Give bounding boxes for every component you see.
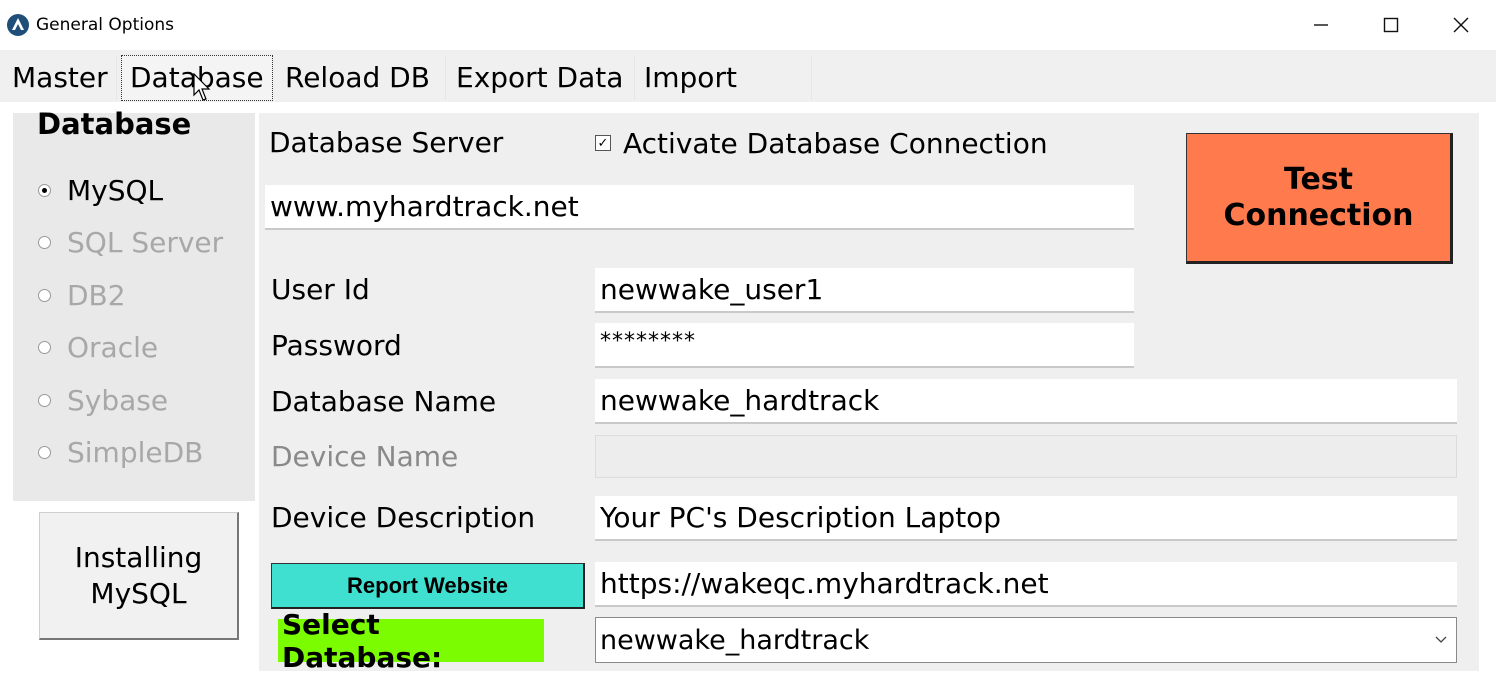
radio-label: Oracle — [67, 330, 159, 364]
radio-sql-server[interactable]: SQL Server — [38, 222, 223, 262]
radio-simpledb[interactable]: SimpleDB — [38, 432, 203, 472]
radio-button-icon — [38, 288, 51, 302]
select-database-dropdown[interactable]: newwake_hardtrack — [595, 617, 1457, 663]
device-description-input[interactable]: Your PC's Description Laptop — [595, 496, 1457, 541]
maximize-icon — [1383, 17, 1399, 33]
report-url-input[interactable]: https://wakeqc.myhardtrack.net — [595, 562, 1457, 607]
window-title: General Options — [36, 15, 174, 35]
database-server-label: Database Server — [269, 126, 504, 159]
installing-mysql-button[interactable]: Installing MySQL — [39, 512, 239, 640]
radio-label: DB2 — [67, 278, 126, 312]
database-server-input[interactable]: www.myhardtrack.net — [265, 185, 1134, 230]
tab-reload-db[interactable]: Reload DB — [277, 56, 446, 100]
database-group-title: Database — [37, 107, 192, 141]
tab-import-data[interactable]: Import Data — [636, 56, 812, 138]
radio-button-icon — [38, 340, 51, 354]
user-id-input[interactable]: newwake_user1 — [595, 268, 1134, 313]
title-bar: General Options — [0, 0, 1496, 50]
database-name-input[interactable]: newwake_hardtrack — [595, 379, 1457, 424]
password-label: Password — [271, 329, 402, 362]
radio-label: SQL Server — [67, 225, 224, 259]
test-connection-button[interactable]: Test Connection — [1186, 133, 1453, 264]
device-name-input — [595, 435, 1457, 478]
close-button[interactable] — [1426, 0, 1496, 50]
database-name-label: Database Name — [271, 385, 497, 418]
maximize-button[interactable] — [1356, 0, 1426, 50]
radio-label: MySQL — [67, 173, 164, 207]
password-input[interactable]: ******** — [595, 323, 1134, 368]
close-icon — [1453, 17, 1469, 33]
report-website-button[interactable]: Report Website — [271, 563, 585, 609]
radio-mysql[interactable]: MySQL — [38, 170, 163, 210]
radio-sybase[interactable]: Sybase — [38, 380, 168, 420]
minimize-icon — [1314, 24, 1328, 26]
device-name-label: Device Name — [271, 440, 459, 473]
mouse-cursor-icon — [193, 73, 211, 101]
device-description-label: Device Description — [271, 501, 536, 534]
chevron-down-icon — [1435, 636, 1447, 643]
radio-button-icon — [38, 183, 51, 197]
activate-connection-checkbox[interactable]: ✓ — [595, 135, 611, 151]
minimize-button[interactable] — [1286, 0, 1356, 50]
tab-export-data[interactable]: Export Data — [448, 56, 635, 100]
radio-label: SimpleDB — [67, 435, 204, 469]
activate-connection-label: Activate Database Connection — [623, 127, 1048, 160]
select-database-value: newwake_hardtrack — [600, 624, 870, 656]
radio-db2[interactable]: DB2 — [38, 275, 126, 315]
radio-button-icon — [38, 235, 51, 249]
radio-oracle[interactable]: Oracle — [38, 327, 158, 367]
tab-master[interactable]: Master — [4, 56, 117, 100]
app-icon — [7, 14, 29, 36]
select-database-label: Select Database: — [278, 608, 544, 674]
user-id-label: User Id — [271, 273, 370, 306]
radio-label: Sybase — [67, 383, 169, 417]
radio-button-icon — [38, 393, 51, 407]
radio-button-icon — [38, 445, 51, 459]
